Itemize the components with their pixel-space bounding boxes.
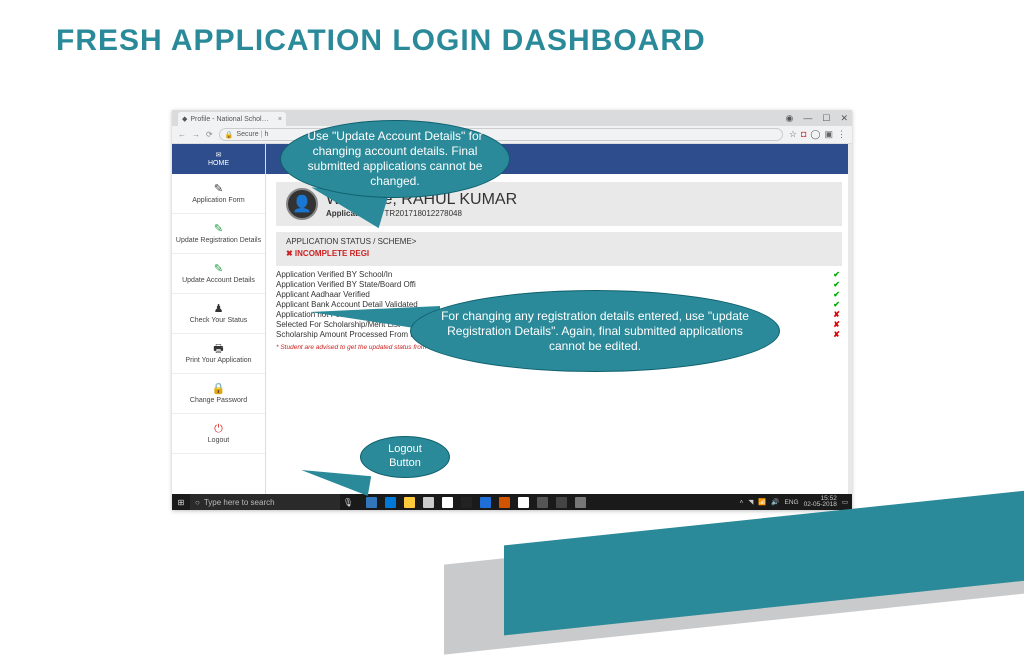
extensions: ☆ ◘ ◯ ▣ ⋮: [789, 129, 846, 140]
status-row: Application Verified BY School/In ✔: [276, 270, 840, 280]
menu-icon[interactable]: ⋮: [837, 129, 846, 140]
home-label: HOME: [208, 160, 229, 167]
ppt-icon[interactable]: [499, 497, 510, 508]
mail-icon: ✉: [216, 151, 222, 159]
taskview-icon[interactable]: [366, 497, 377, 508]
sidebar-item-label: Application Form: [192, 197, 245, 205]
sidebar-item-update-account[interactable]: ✎ Update Account Details: [172, 254, 265, 294]
sidebar-item-update-registration[interactable]: ✎ Update Registration Details: [172, 214, 265, 254]
status-row: Application Verified BY State/Board Offi…: [276, 280, 840, 290]
app-id-value: TR201718012278048: [385, 209, 462, 218]
close-icon[interactable]: ✕: [840, 113, 848, 124]
cross-icon: ✘: [833, 320, 840, 330]
app-icon[interactable]: [556, 497, 567, 508]
status-text: Application Verified BY School/In: [276, 270, 392, 280]
address-bar: ← → ⟳ 🔒 Secure | h ☆ ◘ ◯ ▣ ⋮: [172, 126, 852, 144]
sidebar-item-label: Check Your Status: [190, 317, 248, 325]
cross-icon: ✘: [833, 310, 840, 320]
secure-label: Secure: [236, 131, 258, 138]
tray-icon[interactable]: ◥: [748, 498, 753, 506]
app-sidebar: ✉ HOME ✎ Application Form ✎ Update Regis…: [172, 144, 266, 494]
sidebar-item-check-status[interactable]: ♟ Check Your Status: [172, 294, 265, 334]
tab-title: Profile - National Schol…: [190, 116, 268, 123]
sidebar-home[interactable]: ✉ HOME: [172, 144, 265, 174]
tray-icon[interactable]: ˄: [740, 499, 744, 506]
sidebar-item-label: Print Your Application: [185, 357, 251, 365]
search-placeholder: Type here to search: [204, 498, 275, 507]
forward-icon[interactable]: →: [192, 130, 200, 139]
square-icon[interactable]: ▣: [824, 129, 833, 140]
explorer-icon[interactable]: [404, 497, 415, 508]
shield-icon[interactable]: ◘: [801, 129, 806, 140]
circle-icon[interactable]: ◯: [810, 129, 820, 140]
tab-favicon-icon: ◆: [182, 115, 187, 123]
lock-icon: 🔒: [225, 131, 234, 139]
callout-update-account: Use "Update Account Details" for changin…: [280, 120, 510, 198]
volume-icon[interactable]: 🔊: [771, 498, 779, 506]
sidebar-item-application-form[interactable]: ✎ Application Form: [172, 174, 265, 214]
word-icon[interactable]: [480, 497, 491, 508]
callout-update-registration: For changing any registration details en…: [410, 290, 780, 372]
reload-icon[interactable]: ⟳: [206, 130, 213, 139]
edit-icon: ✎: [214, 263, 223, 275]
browser-tab[interactable]: ◆ Profile - National Schol… ×: [178, 112, 286, 126]
star-icon[interactable]: ☆: [789, 129, 797, 140]
callout-logout: Logout Button: [360, 436, 450, 478]
wifi-icon[interactable]: 📶: [758, 498, 766, 506]
window-buttons: ◉ — ☐ ✕: [786, 113, 848, 124]
chrome-icon[interactable]: [518, 497, 529, 508]
browser-tabbar: ◆ Profile - National Schol… × ◉ — ☐ ✕: [172, 110, 852, 126]
power-icon: ⏻: [214, 423, 223, 435]
nav-buttons: ← → ⟳: [178, 130, 213, 139]
tab-close-icon[interactable]: ×: [278, 116, 282, 123]
store-icon[interactable]: [423, 497, 434, 508]
lock-icon: 🔒: [212, 383, 226, 395]
start-icon[interactable]: ⊞: [172, 498, 190, 507]
status-text: Applicant Aadhaar Verified: [276, 290, 370, 300]
back-icon[interactable]: ←: [178, 130, 186, 139]
taskbar-search[interactable]: ○ Type here to search: [190, 494, 340, 510]
sidebar-item-print[interactable]: 🖶 Print Your Application: [172, 334, 265, 374]
check-icon: ✔: [833, 270, 840, 280]
edge-icon[interactable]: [385, 497, 396, 508]
scheme-label: APPLICATION STATUS / SCHEME>: [286, 237, 832, 246]
app-icon[interactable]: [442, 497, 453, 508]
lang-label[interactable]: ENG: [785, 499, 799, 506]
clock-date: 02-05-2018: [804, 501, 837, 508]
sidebar-item-label: Update Registration Details: [176, 237, 261, 245]
scheme-box: APPLICATION STATUS / SCHEME> ✖ INCOMPLET…: [276, 232, 842, 266]
taskbar-pinned: [356, 497, 586, 508]
system-tray: ˄ ◥ 📶 🔊 ENG 15:52 02-05-2018 ▭: [740, 496, 852, 509]
url-text: h: [264, 131, 268, 138]
notifications-icon[interactable]: ▭: [842, 498, 848, 506]
minimize-icon[interactable]: —: [803, 113, 812, 124]
app-icon[interactable]: [537, 497, 548, 508]
windows-taskbar: ⊞ ○ Type here to search 🎙 ˄ ◥ 📶 🔊 ENG: [172, 494, 852, 510]
sidebar-item-logout[interactable]: ⏻ Logout: [172, 414, 265, 454]
sidebar-item-change-password[interactable]: 🔒 Change Password: [172, 374, 265, 414]
maximize-icon[interactable]: ☐: [822, 113, 830, 124]
app-icon[interactable]: [575, 497, 586, 508]
user-icon[interactable]: ◉: [786, 113, 794, 124]
status-text: Application Verified BY State/Board Offi: [276, 280, 416, 290]
cross-icon: ✘: [833, 330, 840, 340]
edit-icon: ✎: [214, 183, 223, 195]
sidebar-item-label: Update Account Details: [182, 277, 255, 285]
sidebar-item-label: Change Password: [190, 397, 247, 405]
edit-icon: ✎: [214, 223, 223, 235]
search-icon: ○: [195, 498, 200, 507]
amazon-icon[interactable]: [461, 497, 472, 508]
print-icon: 🖶: [213, 343, 223, 355]
scheme-status: ✖ INCOMPLETE REGI: [286, 249, 832, 258]
check-icon: ✔: [833, 290, 840, 300]
cortana-icon[interactable]: 🎙: [340, 498, 356, 507]
check-icon: ✔: [833, 280, 840, 290]
check-icon: ✔: [833, 300, 840, 310]
slide-title: FRESH APPLICATION LOGIN DASHBOARD: [0, 0, 1024, 58]
sidebar-item-label: Logout: [208, 437, 229, 445]
status-icon: ♟: [214, 303, 224, 315]
